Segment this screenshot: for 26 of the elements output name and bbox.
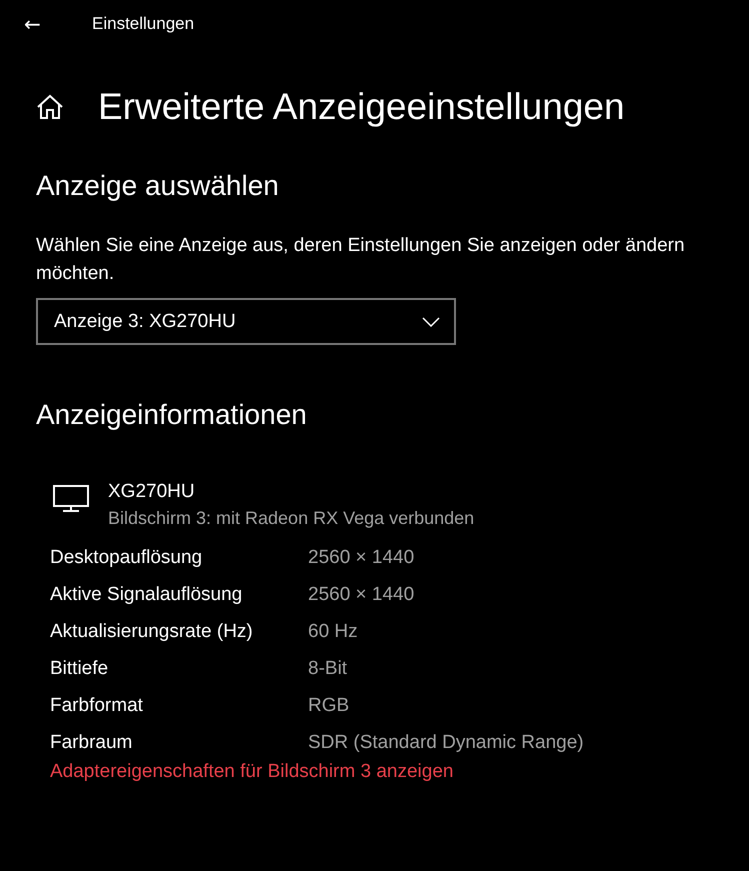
info-value: 2560 × 1440 xyxy=(308,584,414,606)
info-label: Bittiefe xyxy=(50,658,110,680)
display-name: XG270HU xyxy=(108,480,196,504)
info-value: 2560 × 1440 xyxy=(308,546,414,568)
info-label: Desktopauflösung xyxy=(50,546,204,568)
info-label: Aktive Signalauflösung xyxy=(50,584,244,606)
info-value: SDR (Standard Dynamic Range) xyxy=(308,732,584,754)
page-title: Erweiterte Anzeigeeinstellungen xyxy=(98,86,625,128)
window-title: Einstellungen xyxy=(92,14,194,34)
back-button[interactable]: ← xyxy=(24,12,70,36)
description-text: Wählen Sie eine Anzeige aus, deren Einstellungen Sie anzeigen oder ändern möchten. xyxy=(36,234,686,286)
info-label: Farbformat xyxy=(50,694,144,716)
display-dropdown[interactable]: Anzeige 3: XG270HU xyxy=(36,298,456,345)
display-subtitle: Bildschirm 3: mit Radeon RX Vega verbunden xyxy=(108,507,474,530)
info-label: Aktualisierungsrate (Hz) xyxy=(50,620,254,642)
section-heading: Anzeige auswählen xyxy=(36,170,280,202)
dropdown-value: Anzeige 3: XG270HU xyxy=(54,310,236,332)
adapter-properties-link[interactable]: Adaptereigenschaften für Bildschirm 3 anzeigen xyxy=(50,761,454,783)
info-value: 60 Hz xyxy=(308,620,358,642)
home-icon[interactable] xyxy=(36,94,64,120)
chevron-down-icon xyxy=(422,316,440,326)
section-heading: Anzeigeinformationen xyxy=(36,399,308,431)
info-value: 8-Bit xyxy=(308,658,348,680)
info-label: Farbraum xyxy=(50,732,134,754)
info-value: RGB xyxy=(308,694,350,716)
monitor-icon xyxy=(53,485,89,513)
